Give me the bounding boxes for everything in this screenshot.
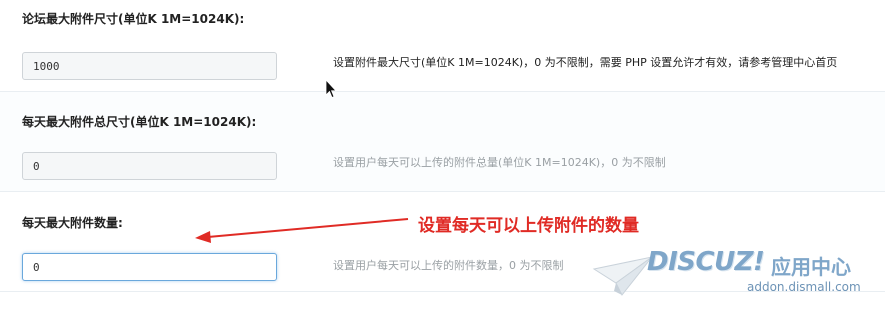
setting-row-max-attachment-size: 论坛最大附件尺寸(单位K 1M=1024K): 设置附件最大尺寸(单位K 1M=… — [0, 0, 885, 92]
watermark-brand: DISCUZ! — [647, 247, 765, 277]
daily-attachment-count-input[interactable] — [22, 253, 277, 281]
setting-label: 每天最大附件数量: — [22, 216, 123, 230]
setting-row-daily-attachment-total-size: 每天最大附件总尺寸(单位K 1M=1024K): 设置用户每天可以上传的附件总量… — [0, 92, 885, 192]
paper-plane-icon — [592, 256, 653, 296]
watermark-domain: addon.dismall.com — [747, 280, 861, 294]
setting-hint: 设置用户每天可以上传的附件数量，0 为不限制 — [333, 259, 564, 272]
discuz-watermark: DISCUZ! 应用中心 addon.dismall.com — [592, 243, 882, 309]
watermark-suffix: 应用中心 — [771, 255, 851, 279]
setting-label: 论坛最大附件尺寸(单位K 1M=1024K): — [22, 12, 245, 26]
max-attachment-size-input[interactable] — [22, 52, 277, 80]
mouse-pointer-icon — [325, 79, 337, 99]
daily-attachment-total-size-input[interactable] — [22, 152, 277, 180]
setting-hint: 设置附件最大尺寸(单位K 1M=1024K)，0 为不限制，需要 PHP 设置允… — [333, 56, 838, 69]
annotation-label: 设置每天可以上传附件的数量 — [418, 216, 639, 236]
setting-label: 每天最大附件总尺寸(单位K 1M=1024K): — [22, 115, 257, 129]
setting-hint: 设置用户每天可以上传的附件总量(单位K 1M=1024K)，0 为不限制 — [333, 156, 666, 169]
